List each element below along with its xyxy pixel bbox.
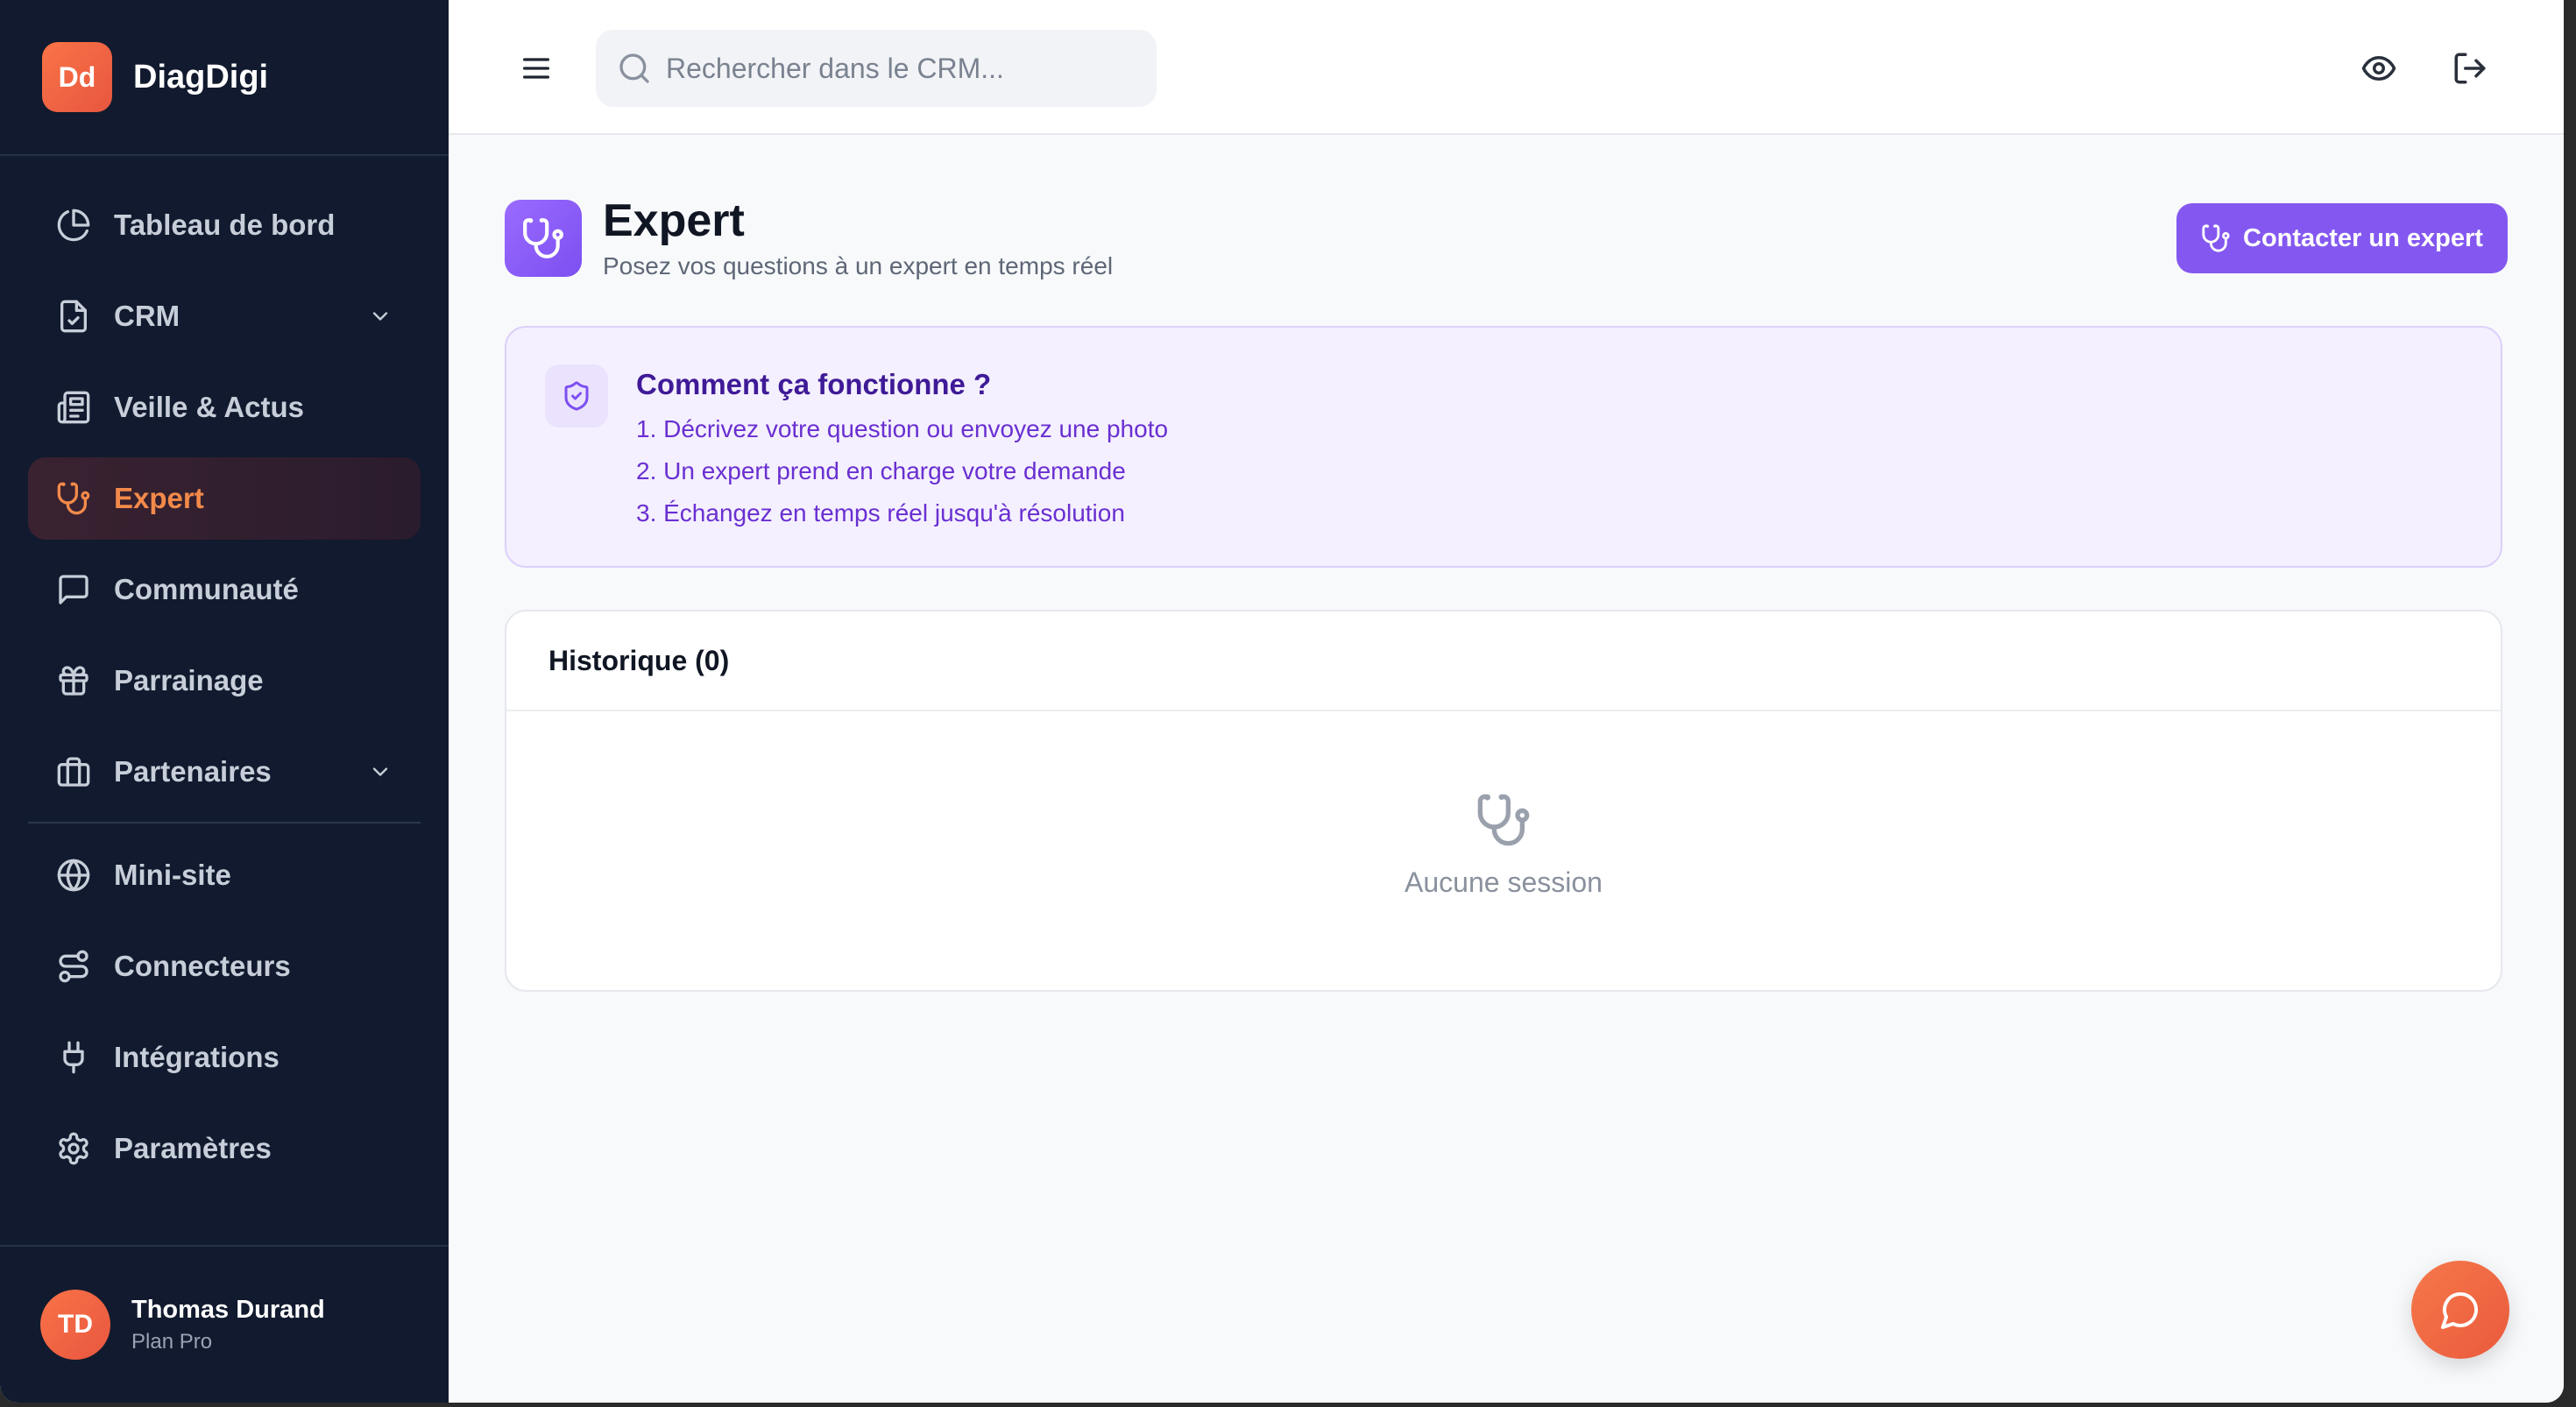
sidebar-item-label: Connecteurs <box>114 950 291 982</box>
search-icon <box>619 53 649 83</box>
user-name: Thomas Durand <box>131 1295 325 1324</box>
sidebar-item-label: Parrainage <box>114 664 264 696</box>
chat-bubble-icon <box>2441 1292 2478 1329</box>
sidebar-item-label: Intégrations <box>114 1041 280 1073</box>
menu-icon[interactable] <box>519 51 554 86</box>
gear-icon <box>59 1132 88 1165</box>
logout-icon[interactable] <box>2452 50 2488 87</box>
info-step: 2. Un expert prend en charge votre deman… <box>636 457 1126 484</box>
stethoscope-icon <box>523 218 563 258</box>
sidebar-item-label: Communauté <box>114 573 299 605</box>
sidebar-item-label: Paramètres <box>114 1132 272 1164</box>
sidebar-nav: Tableau de bord CRM Veille & Actus Exper… <box>0 156 449 1190</box>
sidebar-item-partenaires[interactable]: Partenaires <box>28 731 421 813</box>
brand[interactable]: Dd DiagDigi <box>0 0 449 156</box>
nav-divider <box>28 822 421 824</box>
globe-icon <box>57 859 90 892</box>
contact-button-label: Contacter un expert <box>2243 223 2483 252</box>
page-subtitle: Posez vos questions à un expert en temps… <box>603 252 1114 279</box>
message-square-icon <box>59 575 88 605</box>
eye-icon[interactable] <box>2360 50 2397 87</box>
gift-icon <box>59 666 88 696</box>
shield-check-icon <box>564 381 589 411</box>
sidebar-item-integrations[interactable]: Intégrations <box>28 1016 421 1099</box>
stethoscope-icon <box>2202 224 2230 252</box>
sidebar-item-label: Expert <box>114 482 204 514</box>
info-step: 1. Décrivez votre question ou envoyez un… <box>636 415 1169 442</box>
page-icon <box>505 200 582 277</box>
info-step: 3. Échangez en temps réel jusqu'à résolu… <box>636 499 1125 527</box>
sidebar-item-label: Tableau de bord <box>114 209 336 241</box>
stethoscope-icon <box>57 482 90 515</box>
chat-button[interactable] <box>2411 1261 2509 1359</box>
sidebar-item-label: CRM <box>114 300 180 332</box>
sidebar-item-label: Partenaires <box>114 755 272 788</box>
info-icon-box <box>545 364 608 428</box>
user-text: Thomas Durand Plan Pro <box>131 1296 325 1354</box>
sidebar-item-communaute[interactable]: Communauté <box>28 548 421 631</box>
sidebar: Dd DiagDigi Tableau de bord CRM Veille &… <box>0 0 449 1403</box>
app-window: Dd DiagDigi Tableau de bord CRM Veille &… <box>0 0 2564 1403</box>
main-content: Expert Posez vos questions à un expert e… <box>449 0 2564 1403</box>
sidebar-item-label: Veille & Actus <box>114 391 305 423</box>
briefcase-icon <box>57 757 90 787</box>
stethoscope-icon <box>1477 794 1530 846</box>
how-it-works-card: Comment ça fonctionne ? 1. Décrivez votr… <box>505 326 2502 568</box>
sidebar-item-label: Mini-site <box>114 859 231 891</box>
empty-state-text: Aucune session <box>1405 866 1603 898</box>
sidebar-item-mini-site[interactable]: Mini-site <box>28 834 421 916</box>
route-icon <box>59 950 88 983</box>
search-input[interactable] <box>666 52 1122 85</box>
history-card: Historique (0) Aucune session <box>505 610 2502 992</box>
brand-logo: Dd <box>42 42 112 112</box>
file-check-icon <box>60 300 88 333</box>
contact-expert-button[interactable]: Contacter un expert <box>2176 203 2508 273</box>
avatar: TD <box>40 1290 110 1360</box>
topbar <box>449 0 2564 135</box>
brand-name: DiagDigi <box>133 58 269 95</box>
newspaper-icon <box>57 391 90 424</box>
pie-chart-icon <box>57 209 90 242</box>
search-box[interactable] <box>596 30 1157 107</box>
sidebar-item-parrainage[interactable]: Parrainage <box>28 640 421 722</box>
chevron-down-icon <box>372 312 388 321</box>
page-title: Expert <box>603 195 745 246</box>
empty-state: Aucune session <box>506 792 2501 899</box>
user-profile[interactable]: TD Thomas Durand Plan Pro <box>0 1245 449 1403</box>
info-title: Comment ça fonctionne ? <box>636 368 992 400</box>
plug-icon <box>63 1041 84 1074</box>
sidebar-item-expert[interactable]: Expert <box>28 457 421 540</box>
user-plan: Plan Pro <box>131 1329 213 1354</box>
history-title: Historique (0) <box>506 612 2501 711</box>
sidebar-item-parametres[interactable]: Paramètres <box>28 1107 421 1190</box>
chevron-down-icon <box>372 767 388 776</box>
page-header: Expert Posez vos questions à un expert e… <box>505 195 2508 286</box>
sidebar-item-tableau-de-bord[interactable]: Tableau de bord <box>28 184 421 266</box>
sidebar-item-connecteurs[interactable]: Connecteurs <box>28 925 421 1008</box>
sidebar-item-crm[interactable]: CRM <box>28 275 421 357</box>
sidebar-item-veille-actus[interactable]: Veille & Actus <box>28 366 421 449</box>
